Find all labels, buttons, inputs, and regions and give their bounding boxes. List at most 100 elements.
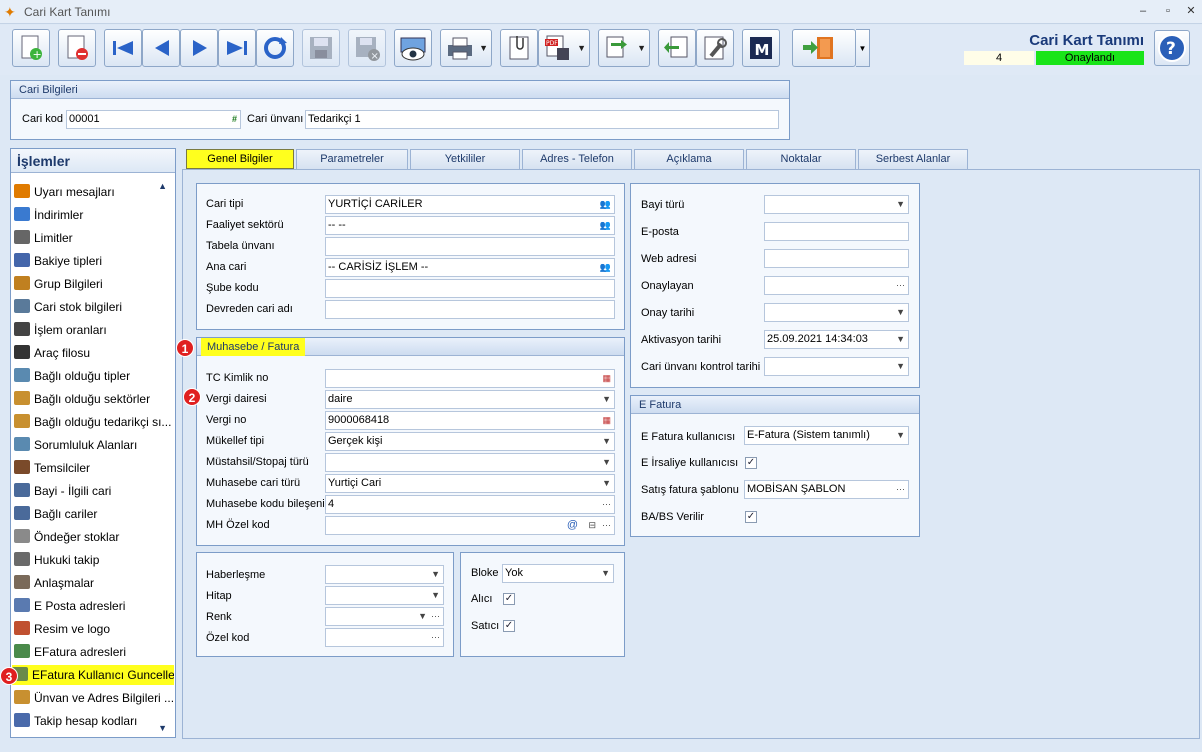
- sidebar-item[interactable]: Temsilciler: [14, 458, 174, 478]
- ellipsis-icon[interactable]: ···: [431, 629, 440, 646]
- sidebar-item[interactable]: EFatura Kullanıcı Guncelle: [12, 665, 174, 685]
- sidebar-item[interactable]: Ünvan ve Adres Bilgileri ...: [14, 688, 174, 708]
- mukellef-select[interactable]: Gerçek kişi ▼: [325, 432, 615, 451]
- haberlesme-select[interactable]: ▼: [325, 565, 444, 584]
- ana-cari-input[interactable]: -- CARİSİZ İŞLEM -- 👥: [325, 258, 615, 277]
- onay-tarihi-select[interactable]: ▼: [764, 303, 909, 322]
- previous-record-button[interactable]: [142, 29, 180, 67]
- exit-button[interactable]: [792, 29, 856, 67]
- sidebar-item[interactable]: Resim ve logo: [14, 619, 174, 639]
- alici-checkbox[interactable]: ✓: [503, 593, 515, 605]
- sidebar-item[interactable]: İşlem oranları: [14, 320, 174, 340]
- muhasebe-cari-select[interactable]: Yurtiçi Cari ▼: [325, 474, 615, 493]
- sidebar-item[interactable]: E Posta adresleri: [14, 596, 174, 616]
- sablon-input[interactable]: MOBİSAN ŞABLON ···: [744, 480, 909, 499]
- sidebar-item[interactable]: Takip hesap kodları: [14, 711, 174, 731]
- chevron-down-icon[interactable]: ▼: [602, 433, 611, 450]
- help-button[interactable]: ?: [1154, 30, 1190, 66]
- calendar-icon[interactable]: ▦: [602, 412, 611, 429]
- lookup-icon[interactable]: ⊟: [588, 517, 596, 534]
- attach-button[interactable]: [500, 29, 538, 67]
- ellipsis-icon[interactable]: ···: [602, 517, 611, 534]
- bloke-select[interactable]: Yok ▼: [502, 564, 614, 583]
- tab-serbest-alanlar[interactable]: Serbest Alanlar: [858, 149, 968, 169]
- faaliyet-input[interactable]: -- -- 👥: [325, 216, 615, 235]
- maximize-button[interactable]: ▫: [1161, 4, 1175, 18]
- print-button[interactable]: ▼: [440, 29, 492, 67]
- tab-genel-bilgiler[interactable]: Genel Bilgiler: [186, 149, 294, 169]
- settings-button[interactable]: [696, 29, 734, 67]
- kontrol-tarihi-select[interactable]: ▼: [764, 357, 909, 376]
- cari-unvan-input[interactable]: Tedarikçi 1: [305, 110, 779, 129]
- bayi-select[interactable]: ▼: [764, 195, 909, 214]
- sidebar-item[interactable]: Öndeğer stoklar: [14, 527, 174, 547]
- mh-ozel-input[interactable]: @ ⊟ ···: [325, 516, 615, 535]
- ellipsis-icon[interactable]: ···: [602, 496, 611, 513]
- chevron-down-icon[interactable]: ▼: [479, 43, 488, 53]
- sidebar-item[interactable]: Bağlı olduğu tedarikçi sı...: [14, 412, 174, 432]
- new-record-button[interactable]: +: [12, 29, 50, 67]
- sidebar-item[interactable]: EFatura adresleri: [14, 642, 174, 662]
- ellipsis-icon[interactable]: ···: [896, 481, 905, 498]
- tc-input[interactable]: ▦: [325, 369, 615, 388]
- sidebar-item[interactable]: Bayi - İlgili cari: [14, 481, 174, 501]
- users-lookup-icon[interactable]: 👥: [600, 259, 611, 276]
- tab-noktalar[interactable]: Noktalar: [746, 149, 856, 169]
- tab-yetkililer[interactable]: Yetkililer: [410, 149, 520, 169]
- sidebar-item[interactable]: Hukuki takip: [14, 550, 174, 570]
- mustahsil-select[interactable]: ▼: [325, 453, 615, 472]
- sidebar-item[interactable]: Bakiye tipleri: [14, 251, 174, 271]
- vergi-dairesi-select[interactable]: daire ▼: [325, 390, 615, 409]
- sube-input[interactable]: [325, 279, 615, 298]
- save-button[interactable]: [302, 29, 340, 67]
- chevron-down-icon[interactable]: ▼: [601, 565, 610, 582]
- sidebar-item[interactable]: Bağlı olduğu tipler: [14, 366, 174, 386]
- sidebar-item[interactable]: İndirimler: [14, 205, 174, 225]
- tab-adres-telefon[interactable]: Adres - Telefon: [522, 149, 632, 169]
- export-button[interactable]: ▼: [598, 29, 650, 67]
- chevron-down-icon[interactable]: ▼: [602, 454, 611, 471]
- chevron-down-icon[interactable]: ▼: [896, 427, 905, 444]
- chevron-down-icon[interactable]: ▼: [577, 43, 586, 53]
- chevron-down-icon[interactable]: ▼: [896, 196, 905, 213]
- delete-record-button[interactable]: [58, 29, 96, 67]
- minimize-button[interactable]: –: [1136, 4, 1150, 18]
- ozel-kod-input[interactable]: ···: [325, 628, 444, 647]
- chevron-down-icon[interactable]: ▼: [431, 587, 440, 604]
- save-close-button[interactable]: ×: [348, 29, 386, 67]
- babs-checkbox[interactable]: ✓: [745, 511, 757, 523]
- chevron-down-icon[interactable]: ▼: [896, 331, 905, 348]
- exit-dropdown-chevron-icon[interactable]: ▼: [856, 29, 870, 67]
- onaylayan-input[interactable]: ···: [764, 276, 909, 295]
- chevron-down-icon[interactable]: ▼: [896, 304, 905, 321]
- next-record-button[interactable]: [180, 29, 218, 67]
- chevron-down-icon[interactable]: ▼: [602, 475, 611, 492]
- chevron-down-icon[interactable]: ▼: [896, 358, 905, 375]
- m-button[interactable]: M: [742, 29, 780, 67]
- tabela-input[interactable]: [325, 237, 615, 256]
- close-button[interactable]: ✕: [1184, 4, 1198, 18]
- ellipsis-icon[interactable]: ···: [431, 608, 440, 625]
- cari-kod-input[interactable]: 00001 #: [66, 110, 241, 129]
- web-input[interactable]: [764, 249, 909, 268]
- sidebar-item[interactable]: Araç filosu: [14, 343, 174, 363]
- hash-lookup-icon[interactable]: #: [232, 111, 237, 128]
- cari-tipi-input[interactable]: YURTİÇİ CARİLER 👥: [325, 195, 615, 214]
- vergi-no-input[interactable]: 9000068418 ▦: [325, 411, 615, 430]
- users-lookup-icon[interactable]: 👥: [600, 217, 611, 234]
- satici-checkbox[interactable]: ✓: [503, 620, 515, 632]
- hitap-select[interactable]: ▼: [325, 586, 444, 605]
- chevron-down-icon[interactable]: ▼: [431, 566, 440, 583]
- sidebar-item[interactable]: Bağlı olduğu sektörler: [14, 389, 174, 409]
- muhasebe-kod-input[interactable]: 4 ···: [325, 495, 615, 514]
- eirsaliye-checkbox[interactable]: ✓: [745, 457, 757, 469]
- pdf-export-button[interactable]: PDF ▼: [538, 29, 590, 67]
- users-lookup-icon[interactable]: 👥: [600, 196, 611, 213]
- last-record-button[interactable]: [218, 29, 256, 67]
- ellipsis-icon[interactable]: ···: [896, 277, 905, 294]
- chevron-down-icon[interactable]: ▼: [418, 608, 427, 625]
- sidebar-item[interactable]: Grup Bilgileri: [14, 274, 174, 294]
- sidebar-item[interactable]: Sorumluluk Alanları: [14, 435, 174, 455]
- tab-aciklama[interactable]: Açıklama: [634, 149, 744, 169]
- sidebar-item[interactable]: Limitler: [14, 228, 174, 248]
